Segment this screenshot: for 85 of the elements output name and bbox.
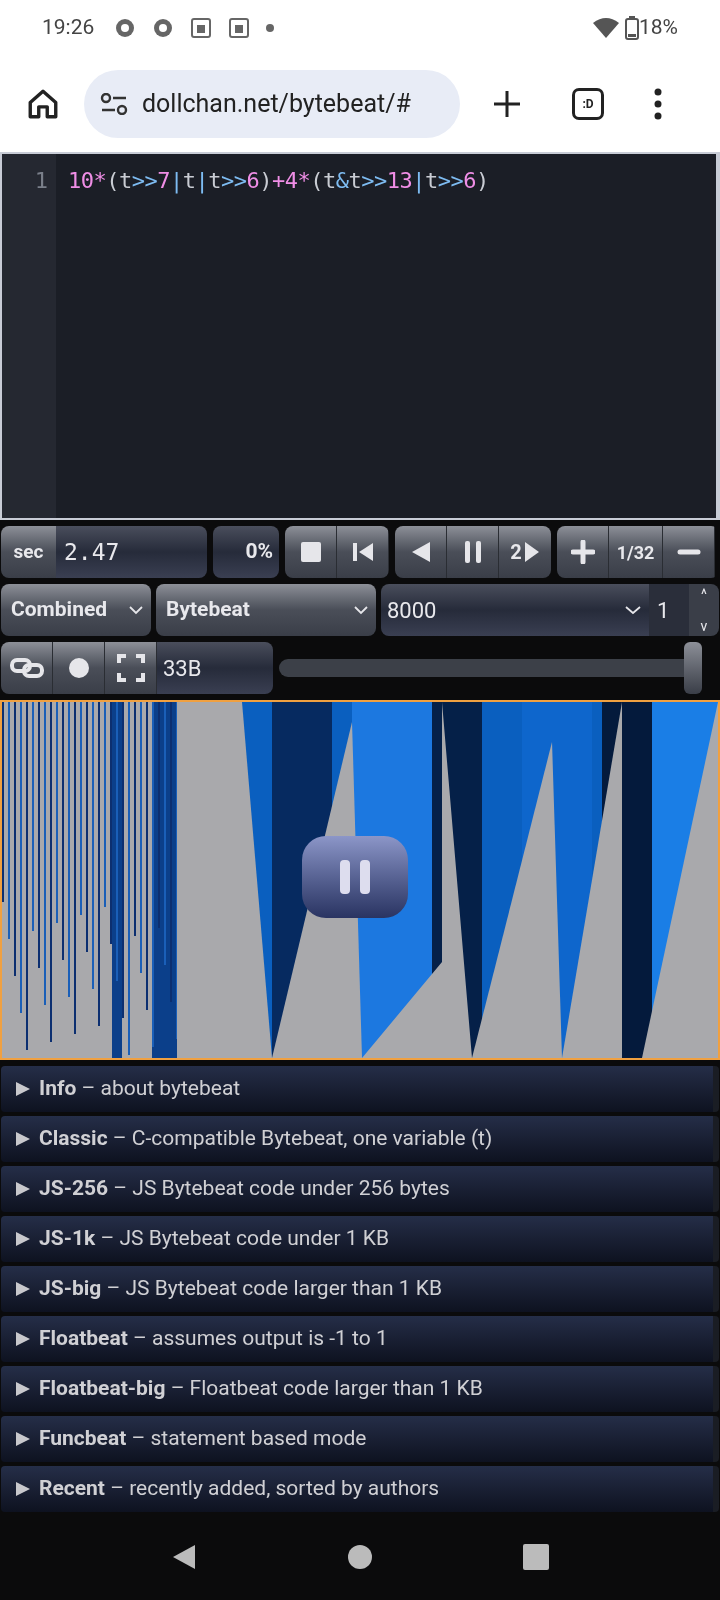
code-editor[interactable]: 1 10*(t>>7|t|t>>6)+4*(t&t>>13|t>>6)	[0, 152, 720, 520]
expand-triangle-icon	[15, 1331, 31, 1347]
scale-label: 1/32	[609, 526, 663, 578]
section-title: Info – about bytebeat	[39, 1075, 241, 1103]
slider-thumb[interactable]	[683, 642, 702, 694]
library-section-header[interactable]: JS-1k – JS Bytebeat code under 1 KB	[1, 1216, 719, 1262]
zoom-in-button[interactable]	[557, 526, 609, 578]
chevron-down-icon	[129, 605, 143, 615]
section-title: JS-256 – JS Bytebeat code under 256 bytes	[39, 1175, 450, 1203]
line-number: 1	[34, 167, 48, 195]
code-size-label: 33B	[157, 642, 273, 694]
increment-button[interactable]: ^	[701, 585, 707, 603]
stop-icon	[300, 542, 321, 562]
battery-percent: 18%	[639, 14, 678, 42]
divisor-field[interactable]: 1	[649, 584, 689, 636]
home-icon[interactable]	[347, 1544, 373, 1570]
library-section-header[interactable]: Recent – recently added, sorted by authors	[1, 1466, 719, 1512]
type-dropdown[interactable]: Bytebeat	[156, 584, 376, 636]
section-title: Funcbeat – statement based mode	[39, 1425, 367, 1453]
section-title: Classic – C-compatible Bytebeat, one variable (t)	[39, 1125, 493, 1153]
fullscreen-icon	[116, 654, 145, 682]
section-title: Recent – recently added, sorted by authors	[39, 1475, 440, 1503]
speed-forward-button[interactable]: 2	[499, 526, 551, 578]
expand-triangle-icon	[15, 1231, 31, 1247]
section-title: JS-big – JS Bytebeat code larger than 1 KB	[39, 1275, 443, 1303]
link-button[interactable]	[1, 642, 53, 694]
pause-overlay-button[interactable]	[302, 836, 408, 918]
rewind-button[interactable]	[337, 526, 389, 578]
decrement-button[interactable]: v	[700, 617, 708, 635]
zoom-in-icon	[570, 540, 595, 564]
expand-triangle-icon	[15, 1481, 31, 1497]
browser-notification-icon	[114, 17, 137, 39]
chevron-down-icon	[625, 605, 641, 615]
code-line: 10*(t>>7|t|t>>6)+4*(t&t>>13|t>>6)	[67, 167, 489, 196]
library-section-header[interactable]: JS-256 – JS Bytebeat code under 256 bytes	[1, 1166, 719, 1212]
expand-triangle-icon	[15, 1181, 31, 1197]
fullscreen-button[interactable]	[105, 642, 157, 694]
section-title: Floatbeat – assumes output is -1 to 1	[39, 1325, 388, 1353]
volume-field[interactable]: 0%	[213, 526, 279, 578]
back-icon[interactable]	[171, 1543, 197, 1571]
library-section-header[interactable]: Floatbeat-big – Floatbeat code larger than 1 KB	[1, 1366, 719, 1412]
new-tab-icon[interactable]	[492, 89, 522, 119]
play-icon	[523, 541, 540, 563]
clock-time: 19:26	[42, 14, 95, 42]
record-icon	[67, 657, 90, 679]
section-title: JS-1k – JS Bytebeat code under 1 KB	[39, 1225, 390, 1253]
site-settings-icon	[100, 93, 128, 115]
more-menu-icon[interactable]	[654, 88, 662, 120]
browser-notification-icon	[152, 17, 175, 39]
library-section-header[interactable]: Funcbeat – statement based mode	[1, 1416, 719, 1462]
time-unit-button[interactable]: sec	[1, 526, 56, 578]
zoom-out-button[interactable]	[663, 526, 715, 578]
url-text: dollchan.net/bytebeat/#	[142, 88, 411, 121]
address-bar[interactable]: dollchan.net/bytebeat/#	[84, 70, 460, 138]
calendar-icon	[190, 17, 213, 39]
library-section-header[interactable]: Info – about bytebeat	[1, 1066, 719, 1112]
library-section-header[interactable]: JS-big – JS Bytebeat code larger than 1 KB	[1, 1266, 719, 1312]
section-title: Floatbeat-big – Floatbeat code larger than 1 KB	[39, 1375, 483, 1403]
pause-icon	[463, 541, 482, 563]
view-mode-dropdown[interactable]: Combined	[1, 584, 151, 636]
tab-count-button[interactable]: :D	[572, 88, 604, 120]
wifi-icon	[593, 18, 619, 38]
rewind-icon	[351, 542, 374, 562]
pause-button[interactable]	[447, 526, 499, 578]
chevron-down-icon	[354, 605, 368, 615]
library-section-header[interactable]: Floatbeat – assumes output is -1 to 1	[1, 1316, 719, 1362]
link-icon	[8, 657, 45, 679]
home-icon[interactable]	[26, 87, 60, 121]
expand-triangle-icon	[15, 1131, 31, 1147]
expand-triangle-icon	[15, 1431, 31, 1447]
stop-button[interactable]	[285, 526, 337, 578]
record-button[interactable]	[53, 642, 105, 694]
calendar-icon	[228, 17, 251, 39]
dot-icon	[266, 24, 275, 32]
play-backward-button[interactable]	[395, 526, 447, 578]
library-section-header[interactable]: Classic – C-compatible Bytebeat, one variable (t)	[1, 1116, 719, 1162]
expand-triangle-icon	[15, 1081, 31, 1097]
seek-slider[interactable]	[279, 642, 701, 694]
expand-triangle-icon	[15, 1281, 31, 1297]
expand-triangle-icon	[15, 1381, 31, 1397]
zoom-out-icon	[676, 549, 701, 555]
sample-rate-dropdown[interactable]: 8000	[381, 584, 649, 636]
time-field[interactable]: 2.47	[56, 526, 207, 578]
pause-icon	[338, 860, 372, 894]
battery-icon	[625, 16, 639, 40]
